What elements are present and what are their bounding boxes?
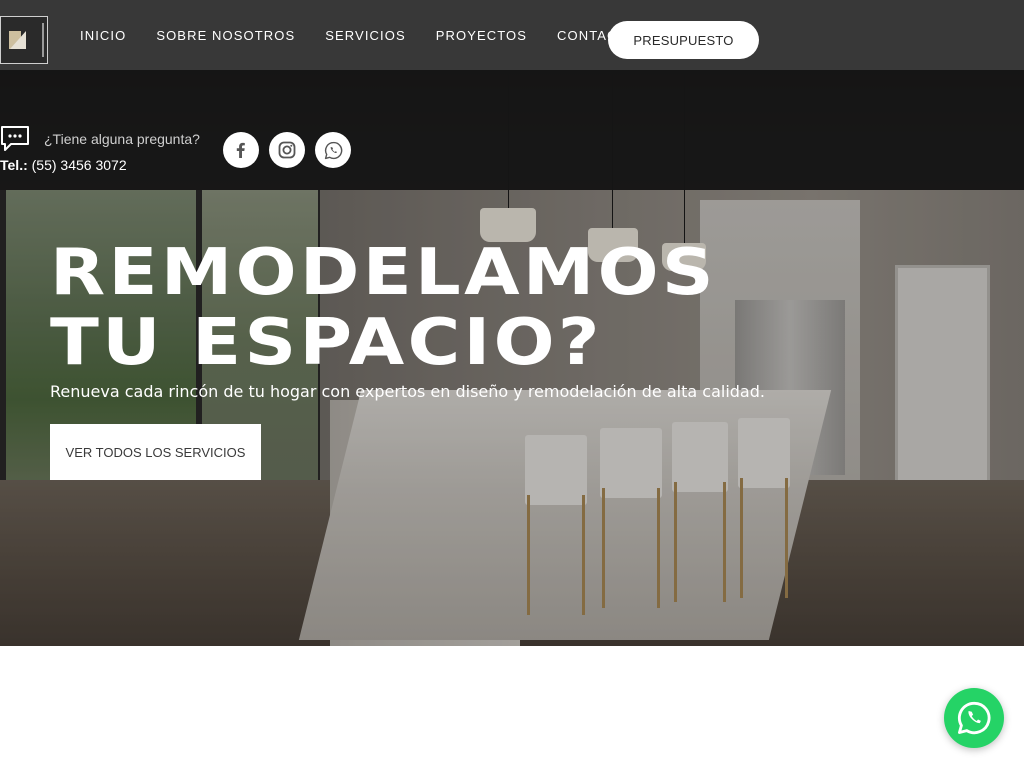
hero-headline-line2: TU ESPACIO? (50, 306, 603, 380)
contact-info-bar: ¿Tiene alguna pregunta? Tel.: (55) 3456 … (0, 70, 1024, 190)
main-nav: INICIO SOBRE NOSOTROS SERVICIOS PROYECTO… (80, 0, 668, 70)
hero-subtitle: Renueva cada rincón de tu hogar con expe… (50, 382, 765, 401)
nav-item-servicios[interactable]: SERVICIOS (325, 28, 405, 43)
site-logo[interactable] (0, 16, 48, 64)
phone-number[interactable]: (55) 3456 3072 (32, 157, 127, 173)
hero-headline-line1: REMODELAMOS (50, 236, 717, 310)
nav-item-sobre-nosotros[interactable]: SOBRE NOSOTROS (156, 28, 295, 43)
facebook-icon (236, 142, 245, 158)
nav-item-inicio[interactable]: INICIO (80, 28, 126, 43)
view-all-services-button[interactable]: VER TODOS LOS SERVICIOS (50, 424, 261, 480)
whatsapp-button[interactable] (315, 132, 351, 168)
hero-headline: REMODELAMOS TU ESPACIO? (50, 238, 717, 378)
question-text: ¿Tiene alguna pregunta? (44, 131, 200, 147)
nav-item-proyectos[interactable]: PROYECTOS (436, 28, 527, 43)
top-navigation-bar: INICIO SOBRE NOSOTROS SERVICIOS PROYECTO… (0, 0, 1024, 70)
facebook-button[interactable] (223, 132, 259, 168)
instagram-button[interactable] (269, 132, 305, 168)
phone-label: Tel.: (0, 157, 28, 173)
phone-line: Tel.: (55) 3456 3072 (0, 157, 127, 173)
whatsapp-icon (957, 701, 991, 735)
instagram-icon (278, 141, 296, 159)
presupuesto-button[interactable]: PRESUPUESTO (608, 21, 759, 59)
whatsapp-floating-button[interactable] (944, 688, 1004, 748)
chat-bubble-icon (1, 126, 29, 151)
whatsapp-icon (324, 141, 342, 159)
